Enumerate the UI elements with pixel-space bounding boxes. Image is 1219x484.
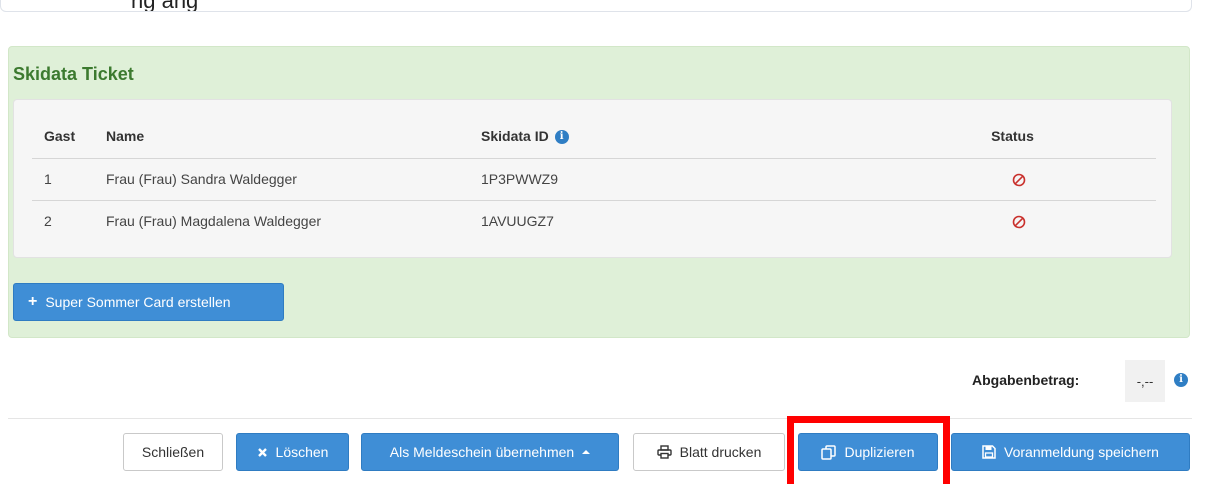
delete-button[interactable]: Löschen	[236, 433, 349, 471]
floppy-disk-icon	[982, 445, 996, 459]
cell-skidata-id: 1AVUUGZ7	[481, 213, 554, 230]
duplicate-button-label: Duplizieren	[844, 444, 915, 460]
apply-registration-label: Als Meldeschein übernehmen	[389, 444, 575, 460]
ban-icon	[1012, 216, 1025, 229]
cell-status	[869, 200, 1156, 242]
column-header-name: Name	[94, 114, 469, 159]
column-header-gast: Gast	[32, 114, 94, 159]
super-sommer-card-button[interactable]: + Super Sommer Card erstellen	[13, 283, 284, 321]
printer-icon	[656, 445, 672, 459]
cell-skidata-id: 1P3PWWZ9	[469, 158, 869, 201]
apply-registration-dropdown[interactable]: Als Meldeschein übernehmen	[361, 433, 619, 471]
close-icon	[257, 447, 267, 457]
cell-name: Frau (Frau) Sandra Waldegger	[94, 158, 469, 201]
fee-label: Abgabenbetrag:	[972, 372, 1080, 388]
cell-status	[869, 158, 1156, 201]
copy-icon	[821, 444, 837, 460]
column-header-status: Status	[869, 114, 1156, 159]
cell-gast: 2	[44, 213, 52, 230]
table-row: 2 Frau (Frau) Magdalena Waldegger 1AVUUG…	[32, 200, 1156, 242]
cell-gast: 1	[32, 158, 94, 201]
column-header-skidata-id-label: Skidata ID	[481, 127, 549, 144]
table-row: 1 Frau (Frau) Sandra Waldegger 1P3PWWZ9	[32, 158, 1156, 201]
close-button-label: Schließen	[141, 444, 205, 460]
print-button[interactable]: Blatt drucken	[633, 433, 785, 471]
save-preregistration-button[interactable]: Voranmeldung speichern	[951, 433, 1190, 471]
print-button-label: Blatt drucken	[679, 444, 762, 460]
panel-title: Skidata Ticket	[13, 64, 134, 84]
column-header-skidata-id: Skidata ID i	[469, 114, 869, 159]
info-icon[interactable]: i	[554, 129, 569, 144]
table-header-row: Gast Name Skidata ID i Status	[32, 114, 1156, 159]
fee-value: -,--	[1125, 360, 1165, 402]
ticket-table: Gast Name Skidata ID i Status 1 Frau (Fra…	[32, 114, 1156, 242]
plus-icon: +	[28, 293, 38, 310]
previous-section-text: ng ang	[131, 0, 198, 11]
save-preregistration-label: Voranmeldung speichern	[1004, 444, 1159, 460]
ticket-table-card: Gast Name Skidata ID i Status 1 Frau (Fra…	[13, 99, 1172, 258]
super-sommer-card-label: Super Sommer Card erstellen	[45, 294, 231, 310]
previous-section-edge: ng ang	[0, 0, 1192, 12]
skidata-ticket-panel: Skidata Ticket Gast Name Skidata ID i Sta…	[8, 46, 1190, 338]
duplicate-button[interactable]: Duplizieren	[798, 433, 938, 471]
ban-icon	[1012, 173, 1025, 187]
footer-divider	[8, 418, 1192, 419]
caret-up-icon	[582, 450, 591, 454]
fee-info-icon[interactable]: i	[1174, 373, 1188, 387]
close-button[interactable]: Schließen	[123, 433, 223, 471]
cell-name: Frau (Frau) Magdalena Waldegger	[106, 213, 322, 230]
delete-button-label: Löschen	[275, 444, 329, 460]
